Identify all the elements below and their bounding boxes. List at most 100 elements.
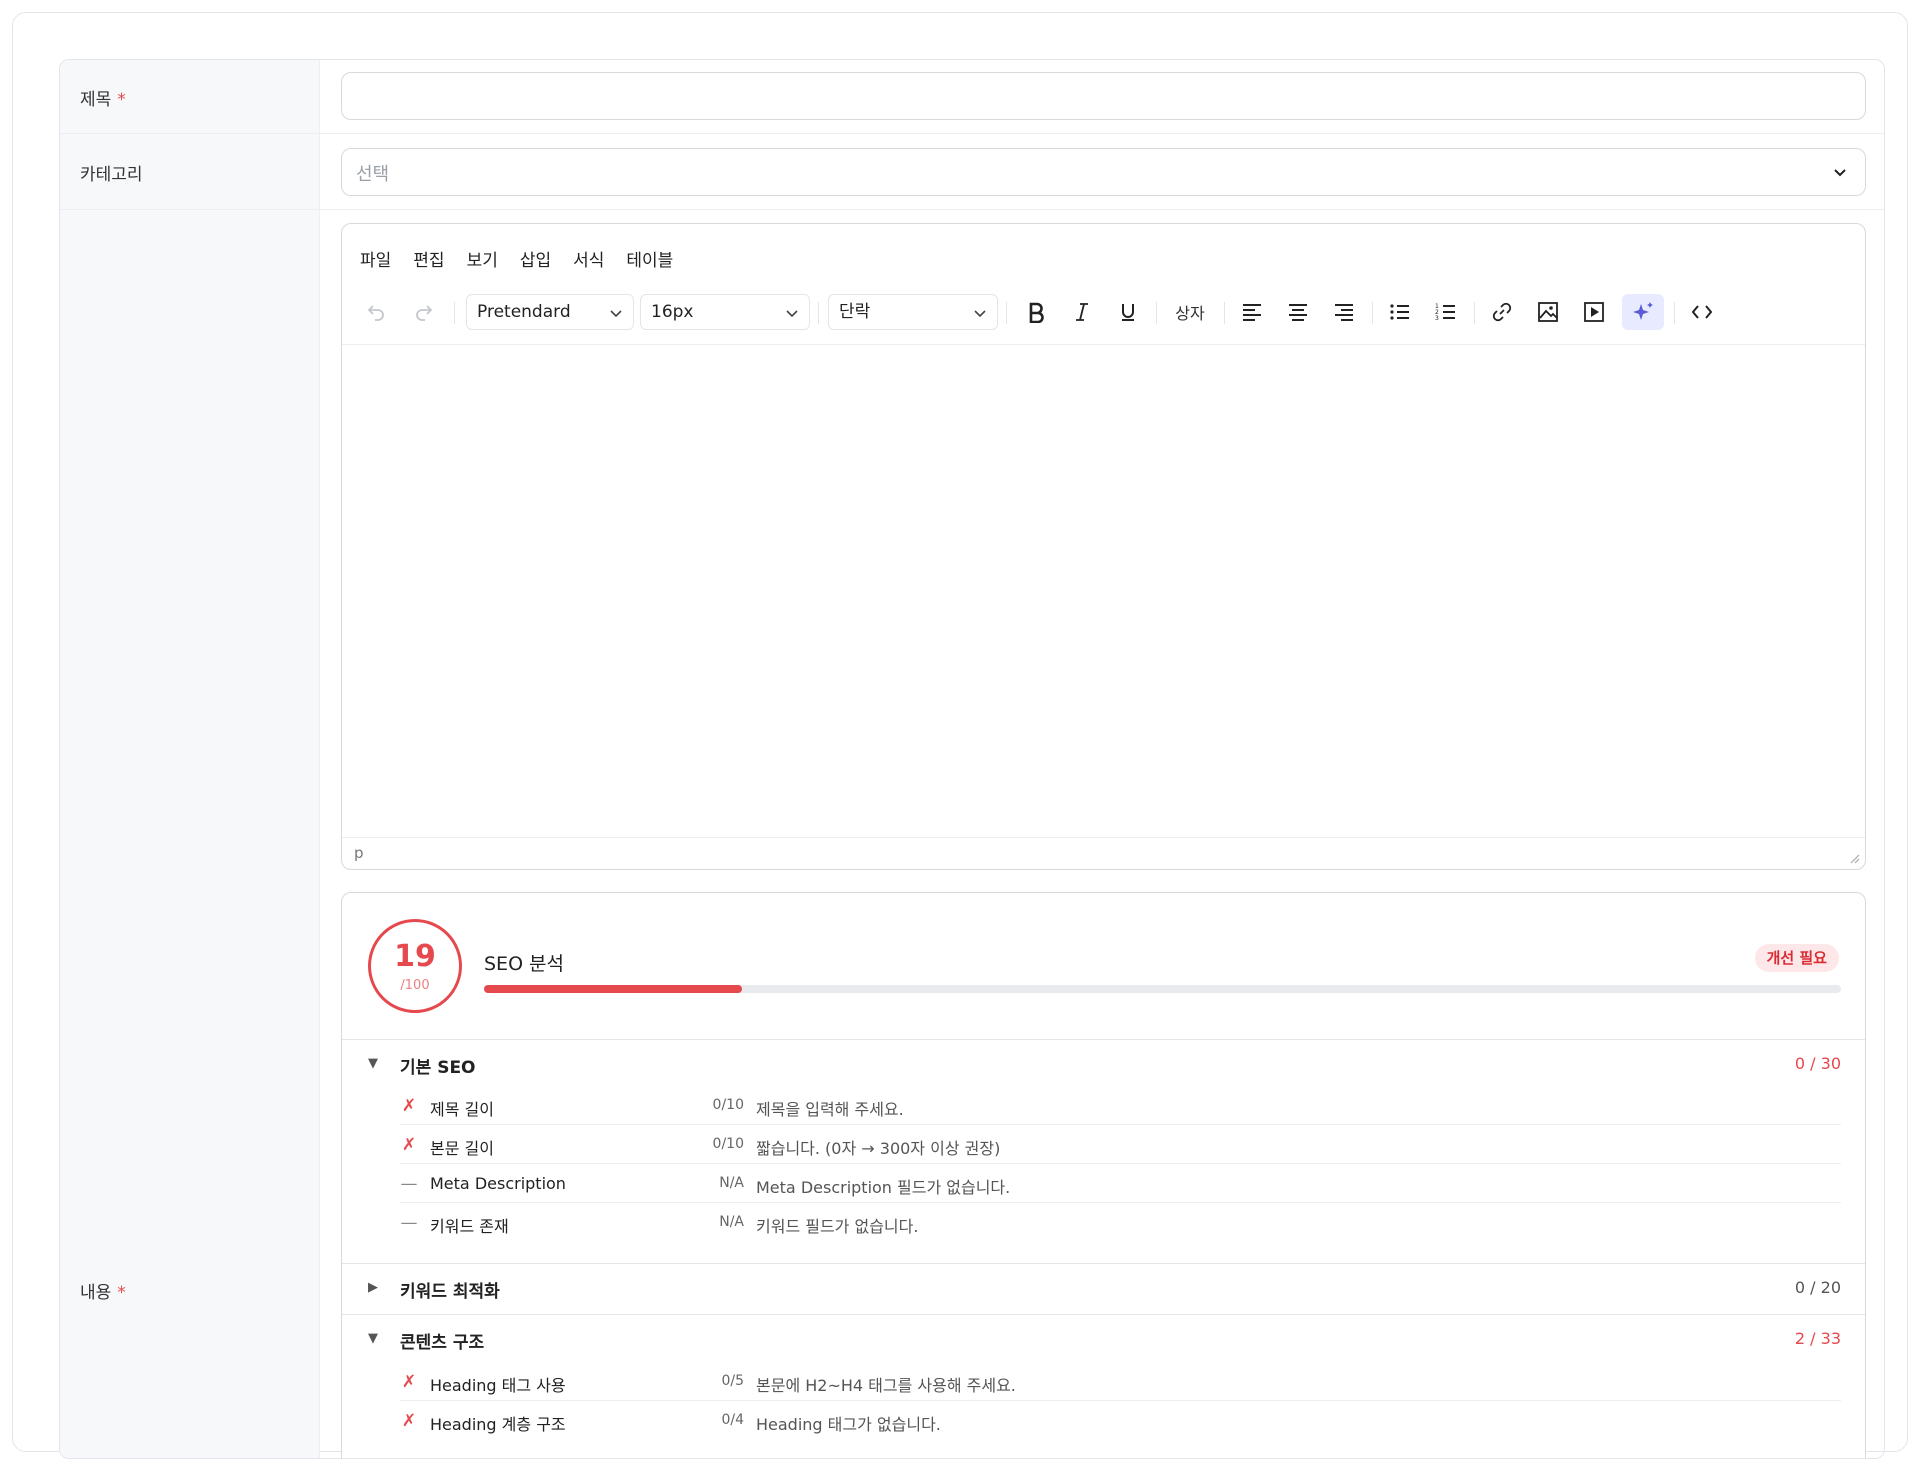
seo-section-basic-header[interactable]: ▼ 기본 SEO 0 / 30 [342,1040,1865,1090]
collapse-triangle-icon: ▼ [368,1331,378,1346]
list-item: ✗ 본문 길이 0/10 짧습니다. (0자 → 300자 이상 권장) [400,1126,1841,1164]
list-item: ✗ Heading 계층 구조 0/4 Heading 태그가 없습니다. [400,1402,1841,1440]
category-select[interactable]: 선택 [341,148,1866,196]
menu-insert[interactable]: 삽입 [520,246,551,271]
not-applicable-icon: — [400,1174,418,1194]
row-divider [60,209,1884,210]
align-right-button[interactable] [1326,294,1362,330]
item-score: 0/4 [721,1412,744,1428]
item-name: Heading 계층 구조 [430,1415,566,1434]
seo-score-value: 19 [394,939,436,974]
font-family-select[interactable]: Pretendard [466,294,634,330]
menu-table[interactable]: 테이블 [626,246,673,271]
video-icon [1584,302,1604,322]
block-format-select[interactable]: 단락 [828,294,998,330]
seo-score-ring: 19 /100 [368,919,462,1013]
item-message: 본문에 H2~H4 태그를 사용해 주세요. [756,1376,1016,1395]
section-title: 기본 SEO [400,1058,476,1078]
item-message: Meta Description 필드가 없습니다. [756,1178,1011,1197]
sparkle-icon [1633,302,1653,320]
item-score: N/A [719,1214,744,1230]
category-label: 카테고리 [80,165,143,185]
item-score: 0/10 [712,1136,744,1152]
menu-file[interactable]: 파일 [360,246,391,271]
row-divider [60,133,1884,134]
image-button[interactable] [1530,294,1566,330]
editor-menubar: 파일 편집 보기 삽입 서식 테이블 [360,246,673,271]
item-name: 키워드 존재 [430,1217,509,1236]
underline-button[interactable] [1110,294,1146,330]
element-path[interactable]: p [354,844,364,862]
italic-button[interactable] [1064,294,1100,330]
editor-statusbar: p [342,837,1865,869]
block-format-value: 단락 [839,302,871,322]
item-message: 제목을 입력해 주세요. [756,1100,904,1119]
source-code-button[interactable] [1684,294,1720,330]
numbered-list-icon: 123 [1435,303,1455,322]
menu-view[interactable]: 보기 [467,246,498,271]
font-size-select[interactable]: 16px [640,294,810,330]
seo-progress-fill [484,985,742,993]
align-center-button[interactable] [1280,294,1316,330]
numbered-list-button[interactable]: 123 [1428,294,1464,330]
title-label-text: 제목 [80,90,112,110]
status-badge: 개선 필요 [1754,944,1839,972]
code-icon [1691,305,1713,319]
resize-handle-icon[interactable] [1847,851,1861,865]
item-name: 제목 길이 [430,1100,494,1119]
font-size-value: 16px [651,302,694,322]
box-button[interactable]: 상자 [1166,294,1214,330]
font-family-value: Pretendard [477,302,571,322]
fail-icon: ✗ [401,1096,417,1116]
fail-icon: ✗ [401,1372,417,1392]
align-center-icon [1289,304,1307,321]
item-score: 0/5 [721,1373,744,1389]
editor-content-area[interactable] [342,344,1865,839]
ai-assist-button[interactable] [1622,294,1664,330]
seo-section-keyword-header[interactable]: ▶ 키워드 최적화 0 / 20 [342,1264,1865,1314]
link-icon [1492,302,1512,322]
list-item: ✗ 제목 길이 0/10 제목을 입력해 주세요. [400,1087,1841,1125]
redo-button[interactable] [408,294,440,330]
required-mark: * [117,90,126,110]
menu-edit[interactable]: 편집 [413,246,444,271]
bullet-list-button[interactable] [1382,294,1418,330]
toolbar-divider [1224,302,1225,324]
item-message: Heading 태그가 없습니다. [756,1415,941,1434]
chevron-down-icon [974,310,986,318]
not-applicable-icon: — [400,1213,418,1233]
title-input[interactable] [341,72,1866,120]
fail-icon: ✗ [401,1411,417,1431]
title-label: 제목 * [80,85,126,110]
media-button[interactable] [1576,294,1612,330]
section-score: 0 / 20 [1794,1278,1841,1297]
item-message: 짧습니다. (0자 → 300자 이상 권장) [756,1139,1001,1158]
seo-section-structure-header[interactable]: ▼ 콘텐츠 구조 2 / 33 [342,1315,1865,1365]
toolbar-divider [1156,302,1157,324]
rich-text-editor: 파일 편집 보기 삽입 서식 테이블 Pretendard 16px 단락 상자… [341,223,1866,870]
item-score: N/A [719,1175,744,1191]
item-name: Meta Description [430,1174,566,1193]
align-right-icon [1335,304,1353,321]
section-title: 키워드 최적화 [400,1282,500,1302]
content-label: 내용 * [80,1278,126,1303]
toolbar-divider [454,302,455,324]
align-left-icon [1243,304,1261,321]
item-name: Heading 태그 사용 [430,1376,566,1395]
menu-format[interactable]: 서식 [573,246,604,271]
bold-button[interactable] [1018,294,1054,330]
collapse-triangle-icon: ▼ [368,1056,378,1071]
underline-icon [1122,304,1134,321]
item-message: 키워드 필드가 없습니다. [756,1217,919,1236]
align-left-button[interactable] [1234,294,1270,330]
bullet-list-icon [1390,304,1409,320]
editor-toolbar: Pretendard 16px 단락 상자 1 2 3 [342,286,1865,334]
undo-button[interactable] [360,294,392,330]
list-item: — 키워드 존재 N/A 키워드 필드가 없습니다. [400,1204,1841,1242]
section-score: 0 / 30 [1794,1054,1841,1073]
item-score: 0/10 [712,1097,744,1113]
undo-icon [367,305,384,321]
link-button[interactable] [1484,294,1520,330]
category-placeholder: 선택 [356,164,390,185]
image-icon [1538,302,1558,322]
